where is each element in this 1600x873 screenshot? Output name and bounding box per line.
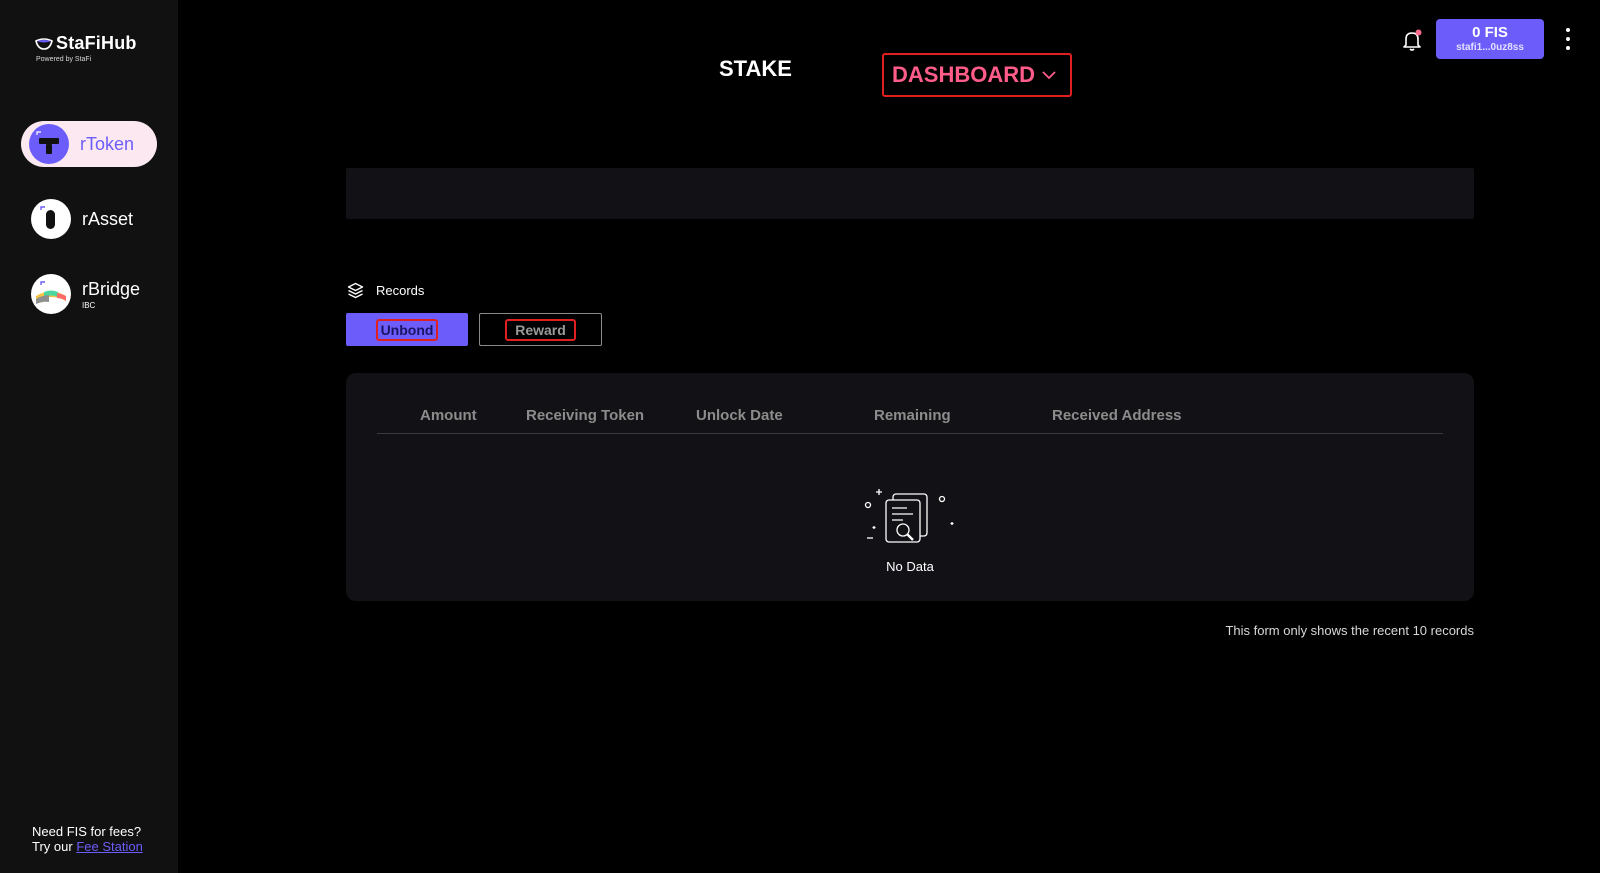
records-title: Records (376, 283, 425, 298)
records-footnote: This form only shows the recent 10 recor… (1225, 623, 1474, 638)
tab-dashboard[interactable]: DASHBOARD (882, 53, 1072, 97)
brand-subtitle: Powered by StaFi (36, 56, 92, 63)
rasset-icon (31, 199, 71, 239)
brand-name: StaFiHub (56, 33, 137, 53)
rtoken-icon (29, 124, 69, 164)
unbond-button[interactable]: Unbond (346, 313, 468, 346)
sidebar: StaFiHub Powered by StaFi rToken rAsset (0, 0, 178, 873)
sidebar-item-sublabel: IBC (82, 300, 96, 310)
sidebar-item-rtoken[interactable]: rToken (21, 121, 157, 167)
fee-note-prefix: Try our (32, 839, 73, 854)
brand-logo[interactable]: StaFiHub Powered by StaFi (35, 33, 137, 63)
column-header-received-address: Received Address (1052, 407, 1182, 424)
records-table: Amount Receiving Token Unlock Date Remai… (346, 373, 1474, 601)
fee-note-line1: Need FIS for fees? (32, 824, 142, 839)
sidebar-item-label: rToken (80, 133, 135, 154)
table-divider (377, 433, 1443, 434)
empty-state-text: No Data (886, 559, 934, 574)
sidebar-item-rasset[interactable]: rAsset (21, 196, 157, 242)
summary-bar (346, 168, 1474, 219)
wallet-button[interactable]: 0 FIS stafi1...0uz8ss (1436, 19, 1544, 59)
chevron-down-icon (1042, 71, 1056, 80)
column-header-remaining: Remaining (874, 407, 951, 424)
wallet-balance: 0 FIS (1472, 24, 1508, 41)
fee-station-link[interactable]: Fee Station (76, 839, 143, 854)
bell-icon[interactable] (1400, 28, 1424, 52)
sidebar-item-label: rBridge (82, 278, 141, 299)
document-search-icon (864, 489, 954, 543)
records-header: Records (347, 282, 424, 299)
wallet-address: stafi1...0uz8ss (1456, 42, 1524, 53)
stafi-logo-icon (35, 37, 53, 50)
top-nav: STAKE DASHBOARD (719, 53, 1072, 97)
column-header-receiving-token: Receiving Token (526, 407, 645, 424)
sidebar-item-rbridge[interactable]: rBridge IBC (21, 271, 157, 317)
rbridge-icon (31, 274, 71, 314)
more-vertical-icon[interactable] (1562, 26, 1574, 52)
unbond-button-label: Unbond (375, 318, 439, 341)
reward-button[interactable]: Reward (479, 313, 602, 346)
tab-dashboard-label: DASHBOARD (892, 62, 1035, 87)
layers-icon (347, 282, 364, 299)
sidebar-item-label: rAsset (82, 208, 134, 229)
column-header-unlock-date: Unlock Date (696, 407, 783, 424)
column-header-amount: Amount (420, 407, 477, 424)
fee-note: Need FIS for fees? Try our Fee Station (32, 824, 143, 854)
reward-button-label: Reward (505, 318, 576, 341)
tab-stake[interactable]: STAKE (719, 56, 792, 82)
